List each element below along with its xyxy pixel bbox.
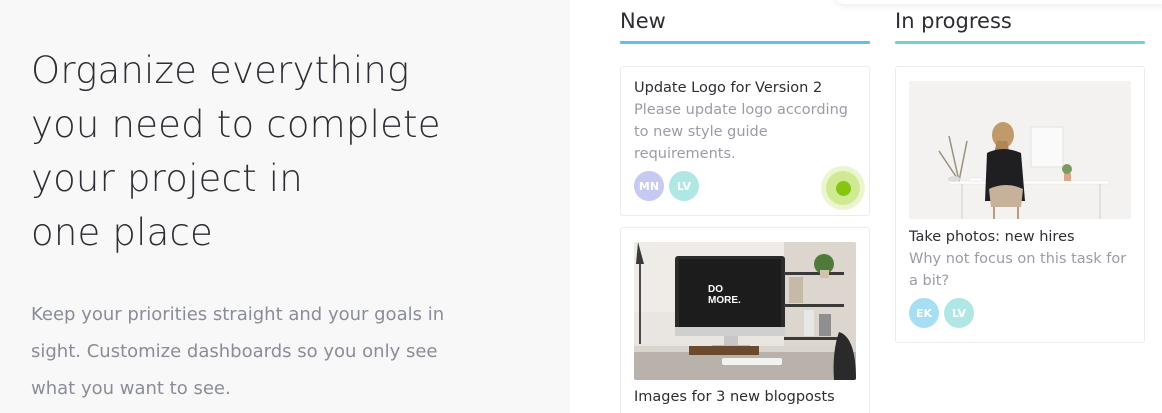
column-accent-bar <box>620 41 870 44</box>
avatar[interactable]: MN <box>634 171 664 201</box>
task-card[interactable]: DO MORE. Images for 3 new blogposts <box>620 227 870 413</box>
hero-heading-line: Organize everything <box>31 49 410 92</box>
hero-heading-line: one place <box>31 211 213 254</box>
status-indicator <box>821 166 865 210</box>
hero-heading-line: your project in <box>31 157 303 200</box>
column-in-progress: In progress Take photos: new hires Why n… <box>895 0 1145 343</box>
task-card[interactable]: Update Logo for Version 2 Please update … <box>620 66 870 216</box>
card-description: Please update logo according to new styl… <box>634 102 848 162</box>
monitor-text: DO <box>708 284 723 295</box>
hero-subtext: Keep your priorities straight and your g… <box>31 304 445 399</box>
card-title: Images for 3 new blogposts <box>634 389 835 405</box>
monitor-text: MORE. <box>708 295 741 306</box>
avatar[interactable]: LV <box>669 171 699 201</box>
card-description: Why not focus on this task for a bit? <box>909 251 1127 289</box>
card-title: Update Logo for Version 2 <box>634 80 823 96</box>
card-title: Take photos: new hires <box>909 229 1075 245</box>
avatar[interactable]: EK <box>909 298 939 328</box>
hero-heading: Organize everything you need to complete… <box>31 44 531 260</box>
card-assignees: EK LV <box>909 298 974 328</box>
task-card[interactable]: Take photos: new hires Why not focus on … <box>895 66 1145 343</box>
board-preview: New Update Logo for Version 2 Please upd… <box>570 0 1162 413</box>
avatar[interactable]: LV <box>944 298 974 328</box>
column-new: New Update Logo for Version 2 Please upd… <box>620 0 870 413</box>
hero-heading-line: you need to complete <box>31 103 441 146</box>
column-title: In progress <box>895 9 1012 33</box>
desk-computer-photo: DO MORE. <box>634 242 856 380</box>
card-assignees: MN LV <box>634 171 699 201</box>
column-title: New <box>620 9 666 33</box>
woman-at-desk-photo <box>909 81 1131 219</box>
hero-section: Organize everything you need to complete… <box>0 0 570 413</box>
column-accent-bar <box>895 41 1145 44</box>
